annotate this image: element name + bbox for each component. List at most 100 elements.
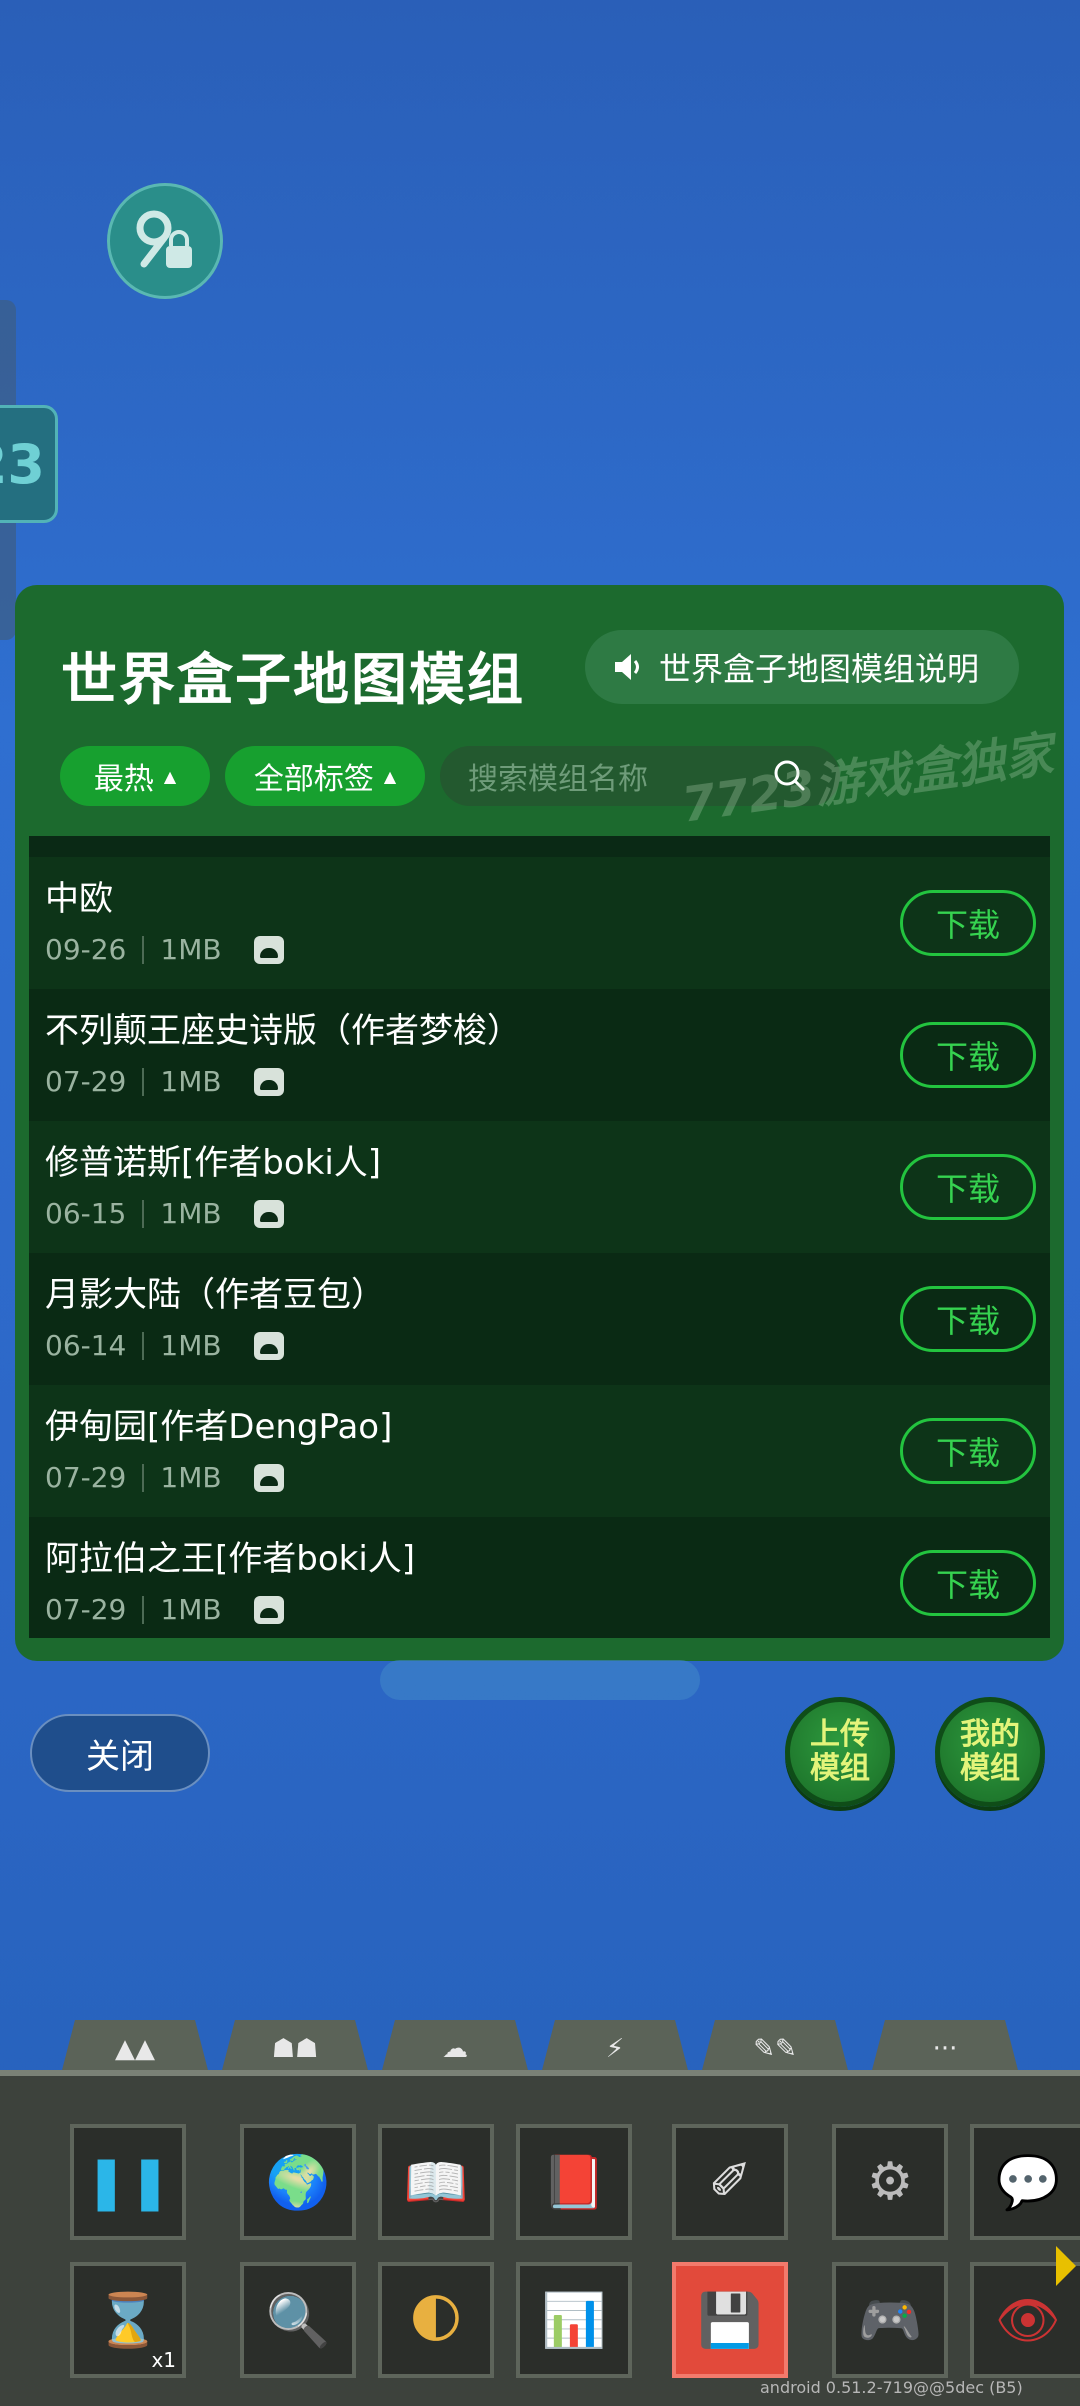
speaker-icon xyxy=(615,654,639,680)
search-placeholder: 搜索模组名称 xyxy=(468,762,648,797)
sheep-icon: ☁ xyxy=(442,2034,468,2064)
chart-icon: 📊 xyxy=(541,2290,607,2351)
gamepad-icon: 🎮 xyxy=(857,2290,923,2351)
gamepad-button[interactable]: 🎮 xyxy=(832,2262,948,2378)
history-book-button[interactable]: 📕 xyxy=(516,2124,632,2240)
divider xyxy=(142,1463,145,1492)
book-icon: 📖 xyxy=(403,2152,469,2213)
list-item: 阿拉伯之王[作者boki人] 07-29 1MB 下载 xyxy=(29,1517,1050,1638)
mod-title: 中欧 xyxy=(45,879,113,919)
time-speed-button[interactable]: ⌛ x1 xyxy=(70,2262,186,2378)
mod-size: 1MB xyxy=(160,1461,222,1494)
pen-icon: ✐ xyxy=(708,2152,752,2212)
page-title: 世界盒子地图模组 xyxy=(61,648,525,713)
mod-meta: 07-29 1MB xyxy=(45,1593,284,1626)
divider xyxy=(142,1595,145,1624)
mod-date: 07-29 xyxy=(45,1461,127,1494)
mountain-icon: ▲▲ xyxy=(115,2034,155,2064)
key-lock-icon xyxy=(136,210,192,268)
planet-icon: 🌓 xyxy=(408,2290,464,2350)
upload-mod-button[interactable]: 上传 模组 xyxy=(785,1697,895,1807)
download-button[interactable]: 下载 xyxy=(900,1022,1036,1088)
mod-date: 07-29 xyxy=(45,1065,127,1098)
gear-icon: ⚙ xyxy=(866,2152,914,2212)
version-label: android 0.51.2-719@@5dec (B5) xyxy=(760,2378,1023,2397)
download-button[interactable]: 下载 xyxy=(900,1550,1036,1616)
hourglass-icon: ⌛ xyxy=(95,2290,161,2351)
image-icon xyxy=(253,935,284,964)
side-counter-badge[interactable]: 23 xyxy=(0,405,58,523)
divider xyxy=(142,935,145,964)
mod-title: 修普诺斯[作者boki人] xyxy=(45,1143,382,1183)
history-book-icon: 📕 xyxy=(541,2152,607,2213)
mod-size: 1MB xyxy=(160,1329,222,1362)
divider xyxy=(142,1067,145,1096)
more-icon: ··· xyxy=(932,2034,958,2064)
unit-inspect-button[interactable]: 🔍 xyxy=(240,2262,356,2378)
mod-size: 1MB xyxy=(160,933,222,966)
divider xyxy=(142,1331,145,1360)
list-item: 伊甸园[作者DengPao] 07-29 1MB 下载 xyxy=(29,1385,1050,1517)
image-icon xyxy=(253,1199,284,1228)
tags-label: 全部标签 xyxy=(253,762,374,797)
my-mods-button[interactable]: 我的 模组 xyxy=(935,1697,1045,1807)
game-toolbar: ❚❚ ⌛ x1 🌍 📖 📕 🔍 🌓 📊 ✐ 💾 ⚙ 🎮 💬 👁 xyxy=(0,2070,1080,2406)
close-button[interactable]: 关闭 xyxy=(30,1714,210,1792)
hide-ui-button[interactable]: 👁 xyxy=(970,2262,1080,2378)
world-inspect-button[interactable]: 🌍 xyxy=(240,2124,356,2240)
mod-size: 1MB xyxy=(160,1197,222,1230)
mod-meta: 07-29 1MB xyxy=(45,1461,284,1494)
image-icon xyxy=(253,1463,284,1492)
download-button[interactable]: 下载 xyxy=(900,890,1036,956)
list-item: 不列颠王座史诗版（作者梦梭） 07-29 1MB 下载 xyxy=(29,989,1050,1121)
draw-tool-button[interactable]: ✐ xyxy=(672,2124,788,2240)
sort-label: 最热 xyxy=(93,762,154,797)
mod-meta: 09-26 1MB xyxy=(45,933,284,966)
list-item: 月影大陆（作者豆包） 06-14 1MB 下载 xyxy=(29,1253,1050,1385)
image-icon xyxy=(253,1331,284,1360)
save-button[interactable]: 💾 xyxy=(672,2262,788,2378)
mod-title: 不列颠王座史诗版（作者梦梭） xyxy=(45,1011,521,1051)
people-icon: ☗☗ xyxy=(271,2034,319,2064)
world-laws-button[interactable]: 🌓 xyxy=(378,2262,494,2378)
mod-title: 阿拉伯之王[作者boki人] xyxy=(45,1539,416,1579)
tags-dropdown[interactable]: 全部标签 ▲ xyxy=(225,746,425,806)
mod-meta: 06-15 1MB xyxy=(45,1197,284,1230)
chat-button[interactable]: 💬 xyxy=(970,2124,1080,2240)
mod-date: 06-15 xyxy=(45,1197,127,1230)
pause-icon: ❚❚ xyxy=(84,2152,172,2212)
time-multiplier: x1 xyxy=(151,2348,176,2372)
lightning-icon: ⚡ xyxy=(605,2034,625,2064)
download-button[interactable]: 下载 xyxy=(900,1154,1036,1220)
globe-magnifier-icon: 🌍 xyxy=(265,2152,331,2213)
mod-list: 中欧 09-26 1MB 下载 不列颠王座史诗版（作者梦梭） 07-29 1MB… xyxy=(29,836,1050,1638)
mod-info-button[interactable]: 世界盒子地图模组说明 xyxy=(585,630,1019,704)
inspect-unit-icon: 🔍 xyxy=(265,2290,331,2351)
pause-button[interactable]: ❚❚ xyxy=(70,2124,186,2240)
mod-meta: 07-29 1MB xyxy=(45,1065,284,1098)
caret-up-icon: ▲ xyxy=(163,766,177,786)
mod-date: 07-29 xyxy=(45,1593,127,1626)
list-item: 中欧 09-26 1MB 下载 xyxy=(29,857,1050,989)
settings-button[interactable]: ⚙ xyxy=(832,2124,948,2240)
mod-size: 1MB xyxy=(160,1065,222,1098)
statistics-button[interactable]: 📊 xyxy=(516,2262,632,2378)
mod-info-label: 世界盒子地图模组说明 xyxy=(659,650,980,688)
side-counter-text: 23 xyxy=(0,432,45,496)
image-icon xyxy=(253,1595,284,1624)
download-button[interactable]: 下载 xyxy=(900,1286,1036,1352)
mod-date: 09-26 xyxy=(45,933,127,966)
mod-size: 1MB xyxy=(160,1593,222,1626)
sort-dropdown[interactable]: 最热 ▲ xyxy=(60,746,210,806)
list-item: 修普诺斯[作者boki人] 06-15 1MB 下载 xyxy=(29,1121,1050,1253)
mod-meta: 06-14 1MB xyxy=(45,1329,284,1362)
chat-icon: 💬 xyxy=(995,2152,1061,2213)
book-button[interactable]: 📖 xyxy=(378,2124,494,2240)
mod-date: 06-14 xyxy=(45,1329,127,1362)
brush-icon: ✎✎ xyxy=(753,2034,797,2064)
image-icon xyxy=(253,1067,284,1096)
map-island xyxy=(380,1660,700,1700)
download-button[interactable]: 下载 xyxy=(900,1418,1036,1484)
mod-title: 月影大陆（作者豆包） xyxy=(45,1275,385,1315)
key-lock-button[interactable] xyxy=(107,183,223,299)
